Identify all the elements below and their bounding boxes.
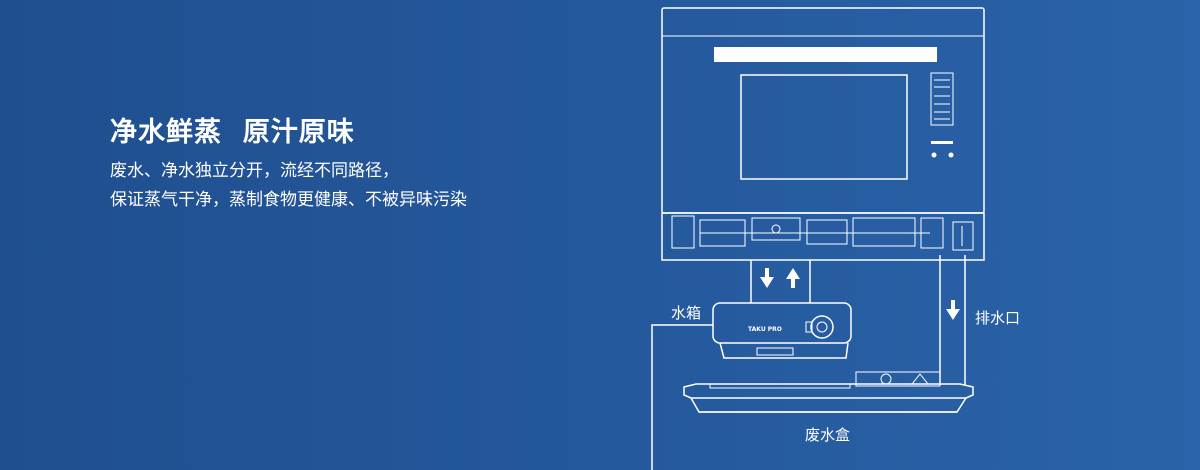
oven-window [740,74,908,180]
control-display [930,72,954,126]
control-button-right [948,152,954,158]
oven [661,7,985,261]
tank-pipe [750,260,811,303]
label-waste-box: 废水盒 [805,426,851,444]
label-water-tank: 水箱 [671,304,702,322]
drain-pipe [939,255,966,385]
label-drain-outlet: 排水口 [975,309,1021,327]
waste-water-box [683,371,974,413]
oven-handle [714,47,937,62]
up-arrow-icon [786,268,800,288]
control-button-left [931,152,937,158]
down-arrow-icon [760,268,774,288]
drain-arrow-icon [946,300,960,320]
oven-frame [661,7,985,214]
control-bar [931,141,953,144]
steam-oven-diagram: TAKU PRO [651,7,985,470]
tank-brand-text: TAKU PRO [748,326,782,333]
water-tank [712,302,852,359]
